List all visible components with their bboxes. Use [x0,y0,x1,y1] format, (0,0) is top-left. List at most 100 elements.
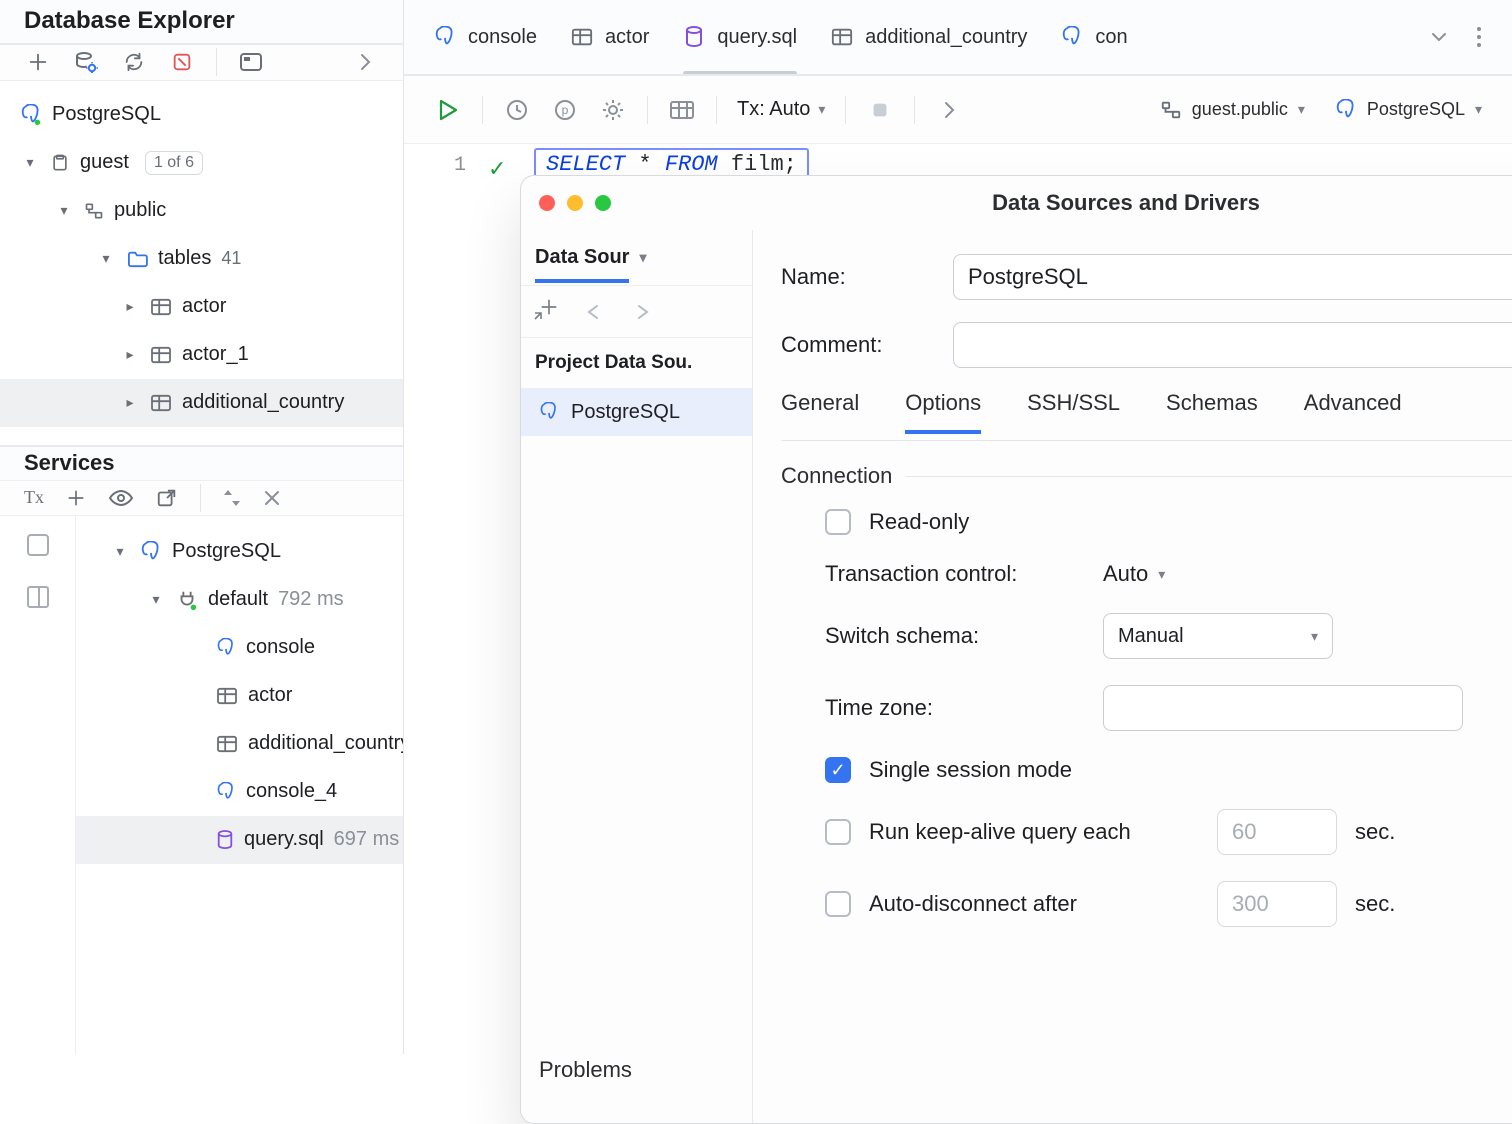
auto-disconnect-option[interactable]: Auto-disconnect after 300 sec. [825,881,1512,927]
separator [781,440,1512,441]
back-icon[interactable] [585,304,605,320]
tx-mode-label: Tx: Auto [737,98,810,121]
tree-table-actor-1[interactable]: ▸ actor_1 [0,331,403,379]
chevron-right-icon[interactable] [351,48,379,76]
services-session[interactable]: ▾ default 792 ms [76,576,403,624]
tree-item-label: actor_1 [182,343,249,366]
chevron-down-icon[interactable]: ▾ [20,154,40,171]
subtab-options[interactable]: Options [905,390,981,434]
close-icon[interactable] [263,489,281,507]
schema-icon [84,202,104,220]
editor-tabs: console actor query.sql additional_country c… [404,0,1512,76]
view-mode-icon[interactable] [237,48,265,76]
dialog-titlebar[interactable]: Data Sources and Drivers [521,176,1512,230]
close-window-icon[interactable] [539,195,555,211]
datasource-settings-icon[interactable] [72,48,100,76]
services-item-query-sql[interactable]: query.sql697 ms [76,816,403,864]
services-root-label: PostgreSQL [172,540,281,563]
sidebar-problems-link[interactable]: Problems [521,1017,752,1123]
subtab-advanced[interactable]: Advanced [1304,390,1402,434]
sort-icon[interactable] [223,487,241,509]
tree-table-additional-country[interactable]: ▸ additional_country [0,379,403,427]
pg-icon [1061,26,1083,48]
chevron-right-icon[interactable]: ▸ [120,298,140,315]
subtab-general[interactable]: General [781,390,859,434]
auto-disconnect-input[interactable]: 300 [1217,881,1337,927]
checkbox-checked[interactable]: ✓ [825,757,851,783]
square-icon[interactable] [27,534,49,556]
current-schema-dropdown[interactable]: guest.public ▾ [1160,99,1305,120]
chevron-down-icon[interactable] [1430,30,1448,44]
name-input[interactable]: PostgreSQL [953,254,1512,300]
run-icon[interactable] [434,96,462,124]
tx-mode-dropdown[interactable]: Tx: Auto ▾ [737,98,825,121]
chevron-down-icon[interactable]: ▾ [110,543,130,560]
checkbox[interactable] [825,509,851,535]
single-session-option[interactable]: ✓ Single session mode [825,757,1512,783]
data-sources-dialog: Data Sources and Drivers Data Sour ▾ Pro… [520,175,1512,1124]
comment-input[interactable] [953,322,1512,368]
tree-root-postgresql[interactable]: PostgreSQL [0,91,403,139]
sidebar-tab-datasources[interactable]: Data Sour ▾ [521,230,752,286]
tree-tables-folder[interactable]: ▾ tables 41 [0,235,403,283]
sidebar-section-header: Project Data Sou. [521,338,752,388]
chevron-down-icon: ▾ [1311,628,1318,645]
refresh-icon[interactable] [120,48,148,76]
switch-schema-select[interactable]: Manual ▾ [1103,613,1333,659]
plus-icon[interactable] [24,48,52,76]
chevron-down-icon[interactable]: ▾ [639,249,646,266]
stop-icon[interactable] [168,48,196,76]
time-zone-input[interactable] [1103,685,1463,731]
checkbox[interactable] [825,891,851,917]
subtab-ssh-ssl[interactable]: SSH/SSL [1027,390,1120,434]
postgresql-icon [20,104,42,126]
keep-alive-input[interactable]: 60 [1217,809,1337,855]
tab-console[interactable]: console [434,0,537,74]
explain-plan-icon[interactable]: p [551,96,579,124]
services-item-time: 697 ms [334,828,400,851]
checkbox[interactable] [825,819,851,845]
tree-table-actor[interactable]: ▸ actor [0,283,403,331]
history-icon[interactable] [503,96,531,124]
keep-alive-option[interactable]: Run keep-alive query each 60 sec. [825,809,1512,855]
tree-database-guest[interactable]: ▾ guest 1 of 6 [0,139,403,187]
subtab-schemas[interactable]: Schemas [1166,390,1258,434]
settings-icon[interactable] [599,96,627,124]
tab-additional_country[interactable]: additional_country [831,0,1027,74]
db-explorer-toolbar [0,45,403,81]
chevron-right-icon[interactable]: ▸ [120,394,140,411]
maximize-window-icon[interactable] [595,195,611,211]
tx-control-dropdown[interactable]: Auto ▾ [1103,561,1165,587]
layout-icon[interactable] [27,586,49,608]
add-datasource-icon[interactable] [539,297,559,327]
eye-icon[interactable] [108,489,134,507]
chevron-down-icon[interactable]: ▾ [96,250,116,267]
services-item-console_4[interactable]: console_4 [76,768,403,816]
tab-con[interactable]: con [1061,0,1127,74]
new-window-icon[interactable] [156,487,178,509]
stop-query-icon[interactable] [866,96,894,124]
minimize-window-icon[interactable] [567,195,583,211]
services-item-console[interactable]: console [76,624,403,672]
tab-actor[interactable]: actor [571,0,649,74]
sidebar-item-postgresql[interactable]: PostgreSQL [521,388,752,436]
chevron-right-icon[interactable]: ▸ [120,346,140,363]
services-item-additional_country[interactable]: additional_country [76,720,403,768]
window-controls[interactable] [539,195,611,211]
services-root[interactable]: ▾ PostgreSQL [76,528,403,576]
tree-schema-public[interactable]: ▾ public [0,187,403,235]
more-icon[interactable] [1476,26,1482,48]
plug-icon [176,589,198,611]
plus-icon[interactable] [66,488,86,508]
chevron-down-icon[interactable]: ▾ [146,591,166,608]
services-session-time: 792 ms [278,588,344,611]
services-item-actor[interactable]: actor [76,672,403,720]
read-only-option[interactable]: Read-only [825,509,1512,535]
current-datasource-dropdown[interactable]: PostgreSQL ▾ [1335,99,1482,121]
forward-icon[interactable] [631,304,651,320]
tx-icon[interactable]: Tx [24,487,44,508]
chevron-down-icon[interactable]: ▾ [54,202,74,219]
table-view-icon[interactable] [668,96,696,124]
tab-query-sql[interactable]: query.sql [683,0,797,74]
chevron-right-icon[interactable] [935,96,963,124]
